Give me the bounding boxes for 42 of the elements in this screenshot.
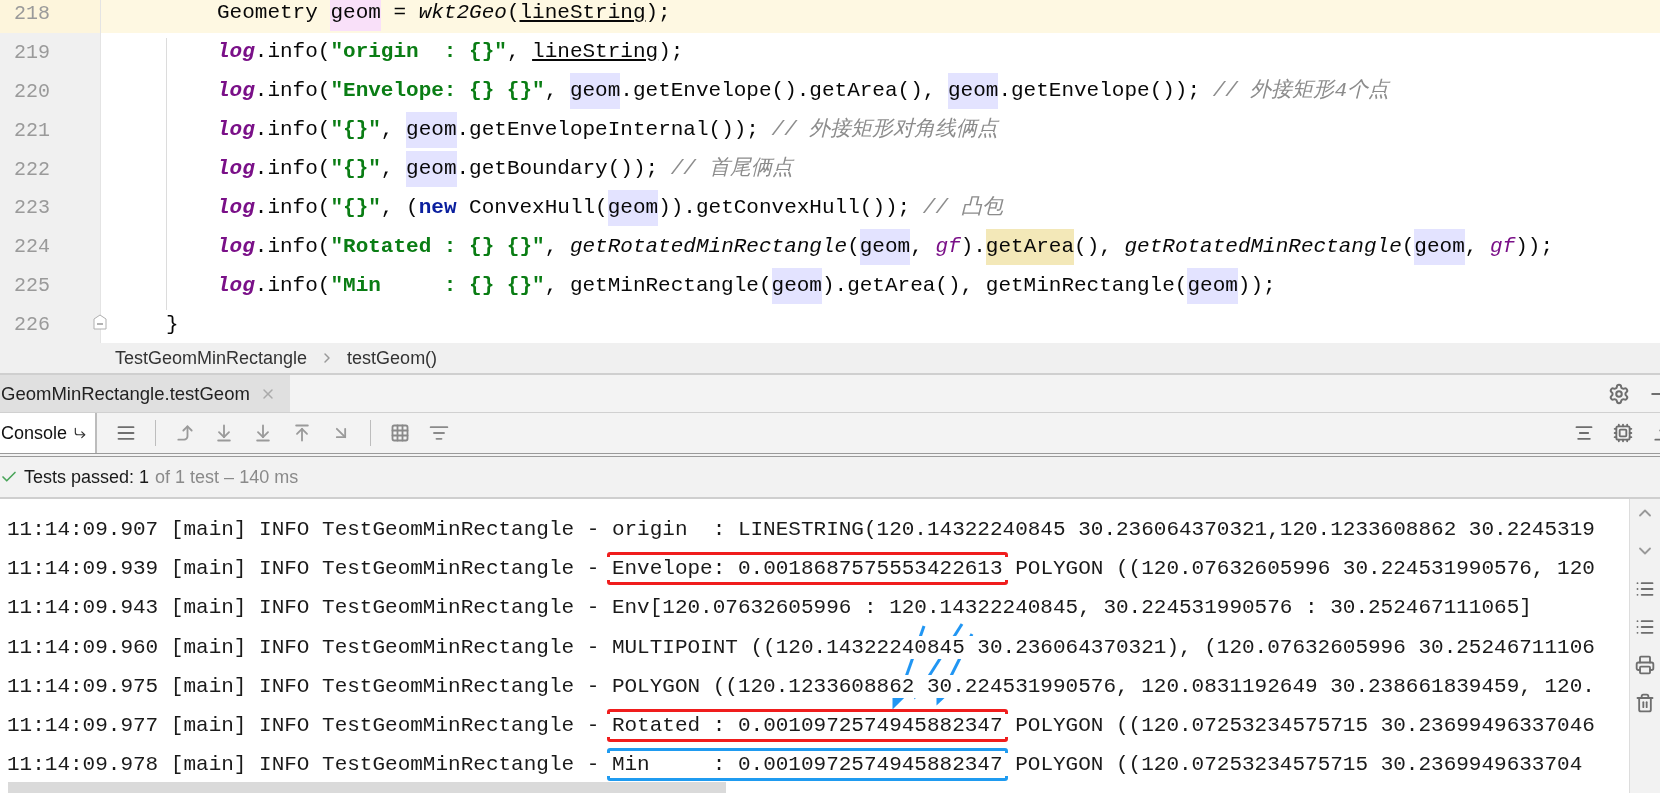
run-tab[interactable]: GeomMinRectangle.testGeom [0, 375, 290, 412]
test-summary: of 1 test – 140 ms [155, 466, 299, 488]
fold-icon[interactable] [93, 314, 107, 330]
code-line: log.info("Min : {} {}", getMinRectangle(geom).getArea(), getMinRectangle(geom)); [217, 267, 1276, 304]
grid-icon[interactable] [390, 423, 411, 443]
settings-icon[interactable] [1608, 382, 1630, 405]
line-number: 226 [0, 305, 101, 343]
line-number: 218 [0, 0, 101, 33]
line-number: 225 [0, 266, 101, 306]
code-line: } [166, 311, 179, 338]
log-text: 11:14:09.978 [main] INFO TestGeomMinRectangle - [7, 753, 612, 777]
code-line: log.info("origin : {}", lineString); [217, 39, 684, 66]
code-line: log.info("Envelope: {} {}", geom.getEnvelope().getArea(), geom.getEnvelope()); // 外接矩形4个点 [217, 73, 1390, 110]
list-icon[interactable] [1635, 617, 1655, 637]
line-number: 222 [0, 149, 101, 189]
line-number: 220 [0, 71, 101, 111]
code-line: log.info("{}", geom.getEnvelopeInternal()); // 外接矩形对角线俩点 [217, 112, 999, 149]
code-line: log.info("{}", (new ConvexHull(geom)).getConvexHull()); // 凸包 [217, 189, 1003, 226]
log-text: 11:14:09.977 [main] INFO TestGeomMinRectangle - [7, 714, 612, 738]
scrollbar-thumb[interactable] [8, 782, 726, 793]
align-center-icon[interactable] [1574, 423, 1594, 443]
line-number: 221 [0, 110, 101, 150]
printer-icon[interactable] [1635, 655, 1655, 675]
line-number: 224 [0, 227, 101, 267]
list-icon[interactable] [1635, 579, 1655, 599]
menu-icon[interactable] [116, 423, 137, 443]
breadcrumb-item[interactable]: testGeom() [347, 347, 438, 369]
breadcrumb-item[interactable]: TestGeomMinRectangle [115, 347, 308, 369]
code-line: log.info("Rotated : {} {}", getRotatedMinRectangle(geom, gf).getArea(), getRotatedMinRectangle(geom, gf)); [217, 228, 1553, 265]
log-text: POLYGON ((120.07253234575715 30.23699496337046 [1002, 714, 1595, 738]
console-tab[interactable]: Console [0, 413, 98, 453]
log-text: POLYGON ((120.07632605996 30.224531990576, 120 [1002, 557, 1595, 581]
chip-icon[interactable] [1613, 423, 1633, 443]
log-text: POLYGON ((120.07253234575715 30.2369949633704 [1002, 753, 1583, 777]
line-number: 223 [0, 188, 101, 228]
log-text: 11:14:09.939 [main] INFO TestGeomMinRectangle - [7, 557, 612, 581]
trash-icon[interactable] [1635, 693, 1655, 713]
line-number: 219 [0, 32, 101, 72]
tests-passed-status: Tests passed: 1 [24, 466, 150, 488]
code-line: log.info("{}", geom.getBoundary()); // 首尾俩点 [217, 151, 793, 187]
code-line: Geometry geom = wkt2Geo(lineString); [217, 0, 671, 32]
filter-icon[interactable] [429, 423, 450, 443]
